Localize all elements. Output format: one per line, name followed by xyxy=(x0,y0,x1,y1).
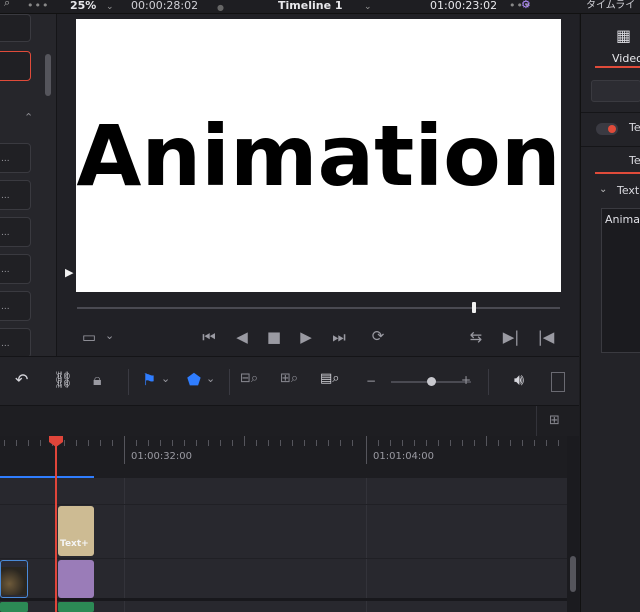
text-plus-clip[interactable]: Text+ xyxy=(58,506,94,556)
clip-label: Text+ xyxy=(60,539,89,549)
divider xyxy=(128,369,129,395)
reverse-play-icon[interactable]: ◀ xyxy=(233,329,251,345)
match-frame-icon[interactable]: ⇆ xyxy=(465,329,487,345)
zoom-custom-icon[interactable]: ▤⌕ xyxy=(320,370,340,388)
active-tab-underline xyxy=(595,66,640,68)
media-list-item[interactable]: ... xyxy=(0,217,31,247)
tab-video[interactable]: Video xyxy=(612,52,640,65)
media-panel-scrollbar[interactable] xyxy=(45,54,51,96)
collapse-chevron-icon[interactable]: ⌃ xyxy=(24,111,33,124)
viewer-scrub-bar[interactable] xyxy=(77,307,560,309)
media-panel: ⌃ ... ... ... ... ... ... xyxy=(0,14,57,358)
ruler-label: 01:00:32:00 xyxy=(131,451,193,462)
sub-tab-underline xyxy=(595,172,640,174)
timeline-playhead[interactable] xyxy=(55,436,57,612)
media-list-item[interactable]: ... xyxy=(0,254,31,284)
add-track-icon[interactable]: ⊞ xyxy=(549,413,560,428)
grid-line xyxy=(124,478,125,612)
thumbnail-image xyxy=(1,567,27,595)
last-frame-icon[interactable]: ⏭ xyxy=(327,329,351,345)
magic-mask-icon[interactable]: ⚙ xyxy=(521,0,531,11)
timeline-header: ⊞ xyxy=(0,406,579,436)
viewer-frame[interactable]: Animation xyxy=(76,19,561,292)
search-icon[interactable]: ⌕ xyxy=(4,0,10,9)
divider xyxy=(581,112,640,113)
inspector-header-label: タイムライ xyxy=(586,0,636,11)
timeline-ruler[interactable]: 01:00:32:00 01:01:04:00 xyxy=(0,436,567,478)
media-list-item[interactable]: ... xyxy=(0,291,31,321)
timeline-name[interactable]: Timeline 1 xyxy=(278,0,343,12)
timeline-toolbar: ↶ ⛓ 🔒︎ ⚑ ⌄ ⬟ ⌄ ⊟⌕ ⊞⌕ ▤⌕ − + 🔊︎ xyxy=(0,356,579,406)
toggle-label: Te xyxy=(629,121,640,134)
divider xyxy=(229,369,230,395)
zoom-full-icon[interactable]: ⊟⌕ xyxy=(240,370,258,388)
media-list-item[interactable]: ... xyxy=(0,143,31,173)
prev-edit-icon[interactable]: |◀ xyxy=(537,329,555,345)
dynamic-trim-icon[interactable]: ↶ xyxy=(15,371,28,389)
timeline-dropdown-icon[interactable]: ⌄ xyxy=(364,1,372,13)
record-timecode: 01:00:23:02 xyxy=(430,0,498,12)
media-item[interactable] xyxy=(0,14,31,42)
viewer-size-dropdown-icon[interactable]: ⌄ xyxy=(105,328,114,344)
viewer-title-text: Animation xyxy=(76,106,561,205)
audio-clip[interactable] xyxy=(58,602,94,612)
first-frame-icon[interactable]: ⏮ xyxy=(197,329,221,345)
scrollbar-thumb[interactable] xyxy=(570,556,576,592)
dot-icon: ● xyxy=(217,3,224,12)
text-input-area[interactable]: Anima xyxy=(601,208,640,353)
video-tab-icon[interactable]: ▦ xyxy=(616,26,631,45)
section-title: Text xyxy=(617,184,640,197)
play-indicator-icon: ▶ xyxy=(65,266,74,279)
inspector-panel: ▦ Video Te Te ⌄ Text Anima xyxy=(580,14,640,612)
video-clip[interactable] xyxy=(58,560,94,598)
loop-icon[interactable]: ⟳ xyxy=(367,328,389,344)
ruler-label: 01:01:04:00 xyxy=(373,451,435,462)
divider xyxy=(581,146,640,147)
zoom-detail-icon[interactable]: ⊞⌕ xyxy=(280,370,298,388)
timeline-tracks: Text+ xyxy=(0,478,567,612)
zoom-dropdown-icon[interactable]: ⌄ xyxy=(106,1,114,13)
flag-dropdown-icon[interactable]: ⌄ xyxy=(161,370,170,388)
audio-volume-icon[interactable]: 🔊︎ xyxy=(514,371,524,389)
track-divider xyxy=(0,558,567,559)
stop-icon[interactable]: ■ xyxy=(265,329,283,345)
zoom-out-icon[interactable]: − xyxy=(366,372,376,390)
top-bar: ⌕ ••• 25% ⌄ 00:00:28:02 ● Timeline 1 ⌄ 0… xyxy=(0,0,640,14)
timeline-vertical-scrollbar[interactable] xyxy=(567,436,579,612)
position-lock-icon[interactable]: 🔒︎ xyxy=(93,371,102,389)
marker-icon[interactable]: ⬟ xyxy=(187,371,201,389)
zoom-level[interactable]: 25% xyxy=(70,0,96,12)
link-icon[interactable]: ⛓ xyxy=(53,371,73,389)
zoom-in-icon[interactable]: + xyxy=(461,371,471,389)
inspector-search-field[interactable] xyxy=(591,80,640,102)
ruler-ticks xyxy=(4,436,559,464)
grid-line xyxy=(366,478,367,612)
zoom-slider-knob[interactable] xyxy=(427,377,436,386)
flag-icon[interactable]: ⚑ xyxy=(142,371,156,389)
more-options-icon[interactable]: ••• xyxy=(27,0,49,12)
audio-meter-icon[interactable] xyxy=(551,372,565,392)
toggle-knob xyxy=(608,125,616,133)
viewer-size-icon[interactable]: ▭ xyxy=(79,329,99,345)
play-icon[interactable]: ▶ xyxy=(297,329,315,345)
track-divider xyxy=(0,504,567,505)
next-edit-icon[interactable]: ▶| xyxy=(502,329,520,345)
source-timecode: 00:00:28:02 xyxy=(131,0,199,12)
track-divider xyxy=(0,598,567,601)
sub-tab-text[interactable]: Te xyxy=(629,154,640,167)
section-collapse-icon[interactable]: ⌄ xyxy=(599,184,607,195)
text-field-value: Anima xyxy=(605,213,640,226)
audio-clip[interactable] xyxy=(0,602,28,612)
enable-toggle[interactable] xyxy=(596,123,618,135)
viewer-playhead[interactable] xyxy=(472,302,476,313)
media-item-selected[interactable] xyxy=(0,51,31,81)
video-clip-thumbnail[interactable] xyxy=(0,560,28,598)
divider xyxy=(488,369,489,395)
media-list-item[interactable]: ... xyxy=(0,180,31,210)
marker-dropdown-icon[interactable]: ⌄ xyxy=(206,370,215,388)
media-list-item[interactable]: ... xyxy=(0,328,31,358)
